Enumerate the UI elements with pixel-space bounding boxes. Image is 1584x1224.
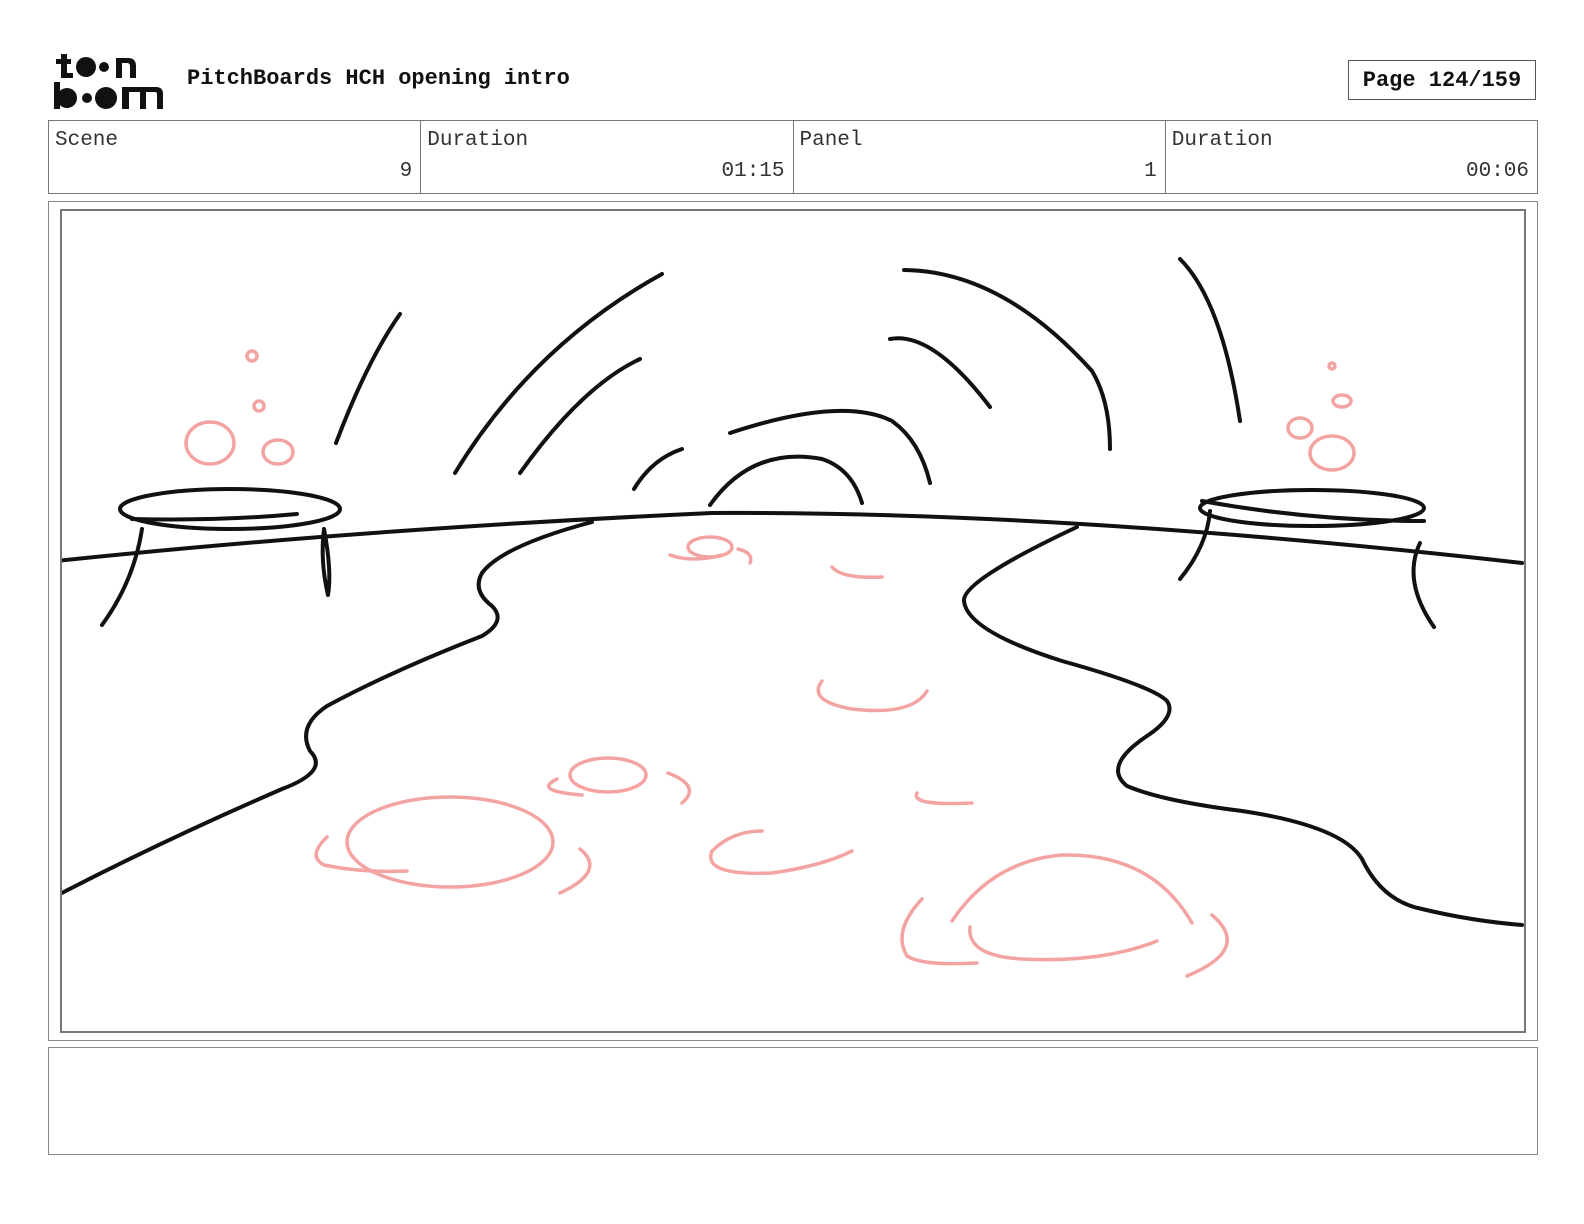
scene-label: Scene <box>55 129 119 152</box>
left-barrel-rim <box>130 512 299 522</box>
panel-notes <box>48 1047 1538 1155</box>
tunnel-arch-left <box>518 357 642 475</box>
bubble <box>1331 393 1353 409</box>
ripple <box>950 853 1194 925</box>
bubble <box>1286 416 1314 440</box>
panel-cell: Panel 1 <box>794 121 1166 193</box>
left-barrel-side-right <box>320 527 332 597</box>
tunnel-arch-right <box>888 336 992 409</box>
scene-duration-value: 01:15 <box>721 160 785 183</box>
right-barrel-side-right <box>1411 541 1436 629</box>
scene-value: 9 <box>399 160 413 183</box>
bubble <box>252 399 266 413</box>
right-barrel-rim <box>1200 499 1426 523</box>
ripple <box>568 756 648 794</box>
panel-label: Panel <box>799 129 863 152</box>
page-number: Page 124/159 <box>1348 60 1536 100</box>
tunnel-arch-right-outer <box>902 268 1112 451</box>
tunnel-arch-left-outer <box>453 272 664 475</box>
scene-duration-label: Duration <box>427 129 529 152</box>
ripple <box>968 925 1159 962</box>
tunnel-arch-left-small <box>632 447 684 491</box>
left-riverbank <box>62 520 594 896</box>
left-barrel-top <box>118 487 342 531</box>
left-barrel-side-left <box>100 527 144 627</box>
bubble <box>184 420 236 466</box>
panel-value: 1 <box>1144 160 1157 183</box>
toon-boom-logo <box>54 54 163 109</box>
horizon-line <box>62 510 1524 565</box>
tunnel-arch <box>728 408 932 485</box>
ripple <box>914 791 974 806</box>
ripple <box>686 535 734 559</box>
scene-cell: Scene 9 <box>49 121 422 193</box>
tunnel-arch-inner <box>708 454 864 507</box>
right-riverbank <box>962 525 1524 927</box>
panel-duration-value: 00:06 <box>1465 160 1529 183</box>
panel-duration-cell: Duration 00:06 <box>1166 121 1537 193</box>
panel-duration-label: Duration <box>1171 129 1273 152</box>
sketch-drawing <box>62 257 1524 978</box>
ripple <box>345 795 555 889</box>
ripple <box>668 547 753 565</box>
ripple <box>900 897 1229 978</box>
right-barrel-side-left <box>1178 509 1212 581</box>
bubble <box>1327 361 1337 371</box>
ripple <box>830 565 884 580</box>
bubble <box>261 438 295 466</box>
bubble <box>245 349 259 363</box>
storyboard-panel <box>60 209 1526 1033</box>
ripple <box>816 679 929 713</box>
tunnel-arch-far-left <box>334 312 402 445</box>
bubble <box>1308 434 1356 472</box>
tunnel-arch-far-right <box>1178 257 1242 423</box>
scene-duration-cell: Duration 01:15 <box>421 121 794 193</box>
project-title: PitchBoards HCH opening intro <box>187 66 570 91</box>
ripple <box>314 835 592 895</box>
ripple <box>709 829 854 876</box>
scene-info-bar: Scene 9 Duration 01:15 Panel 1 Duration … <box>48 120 1538 194</box>
